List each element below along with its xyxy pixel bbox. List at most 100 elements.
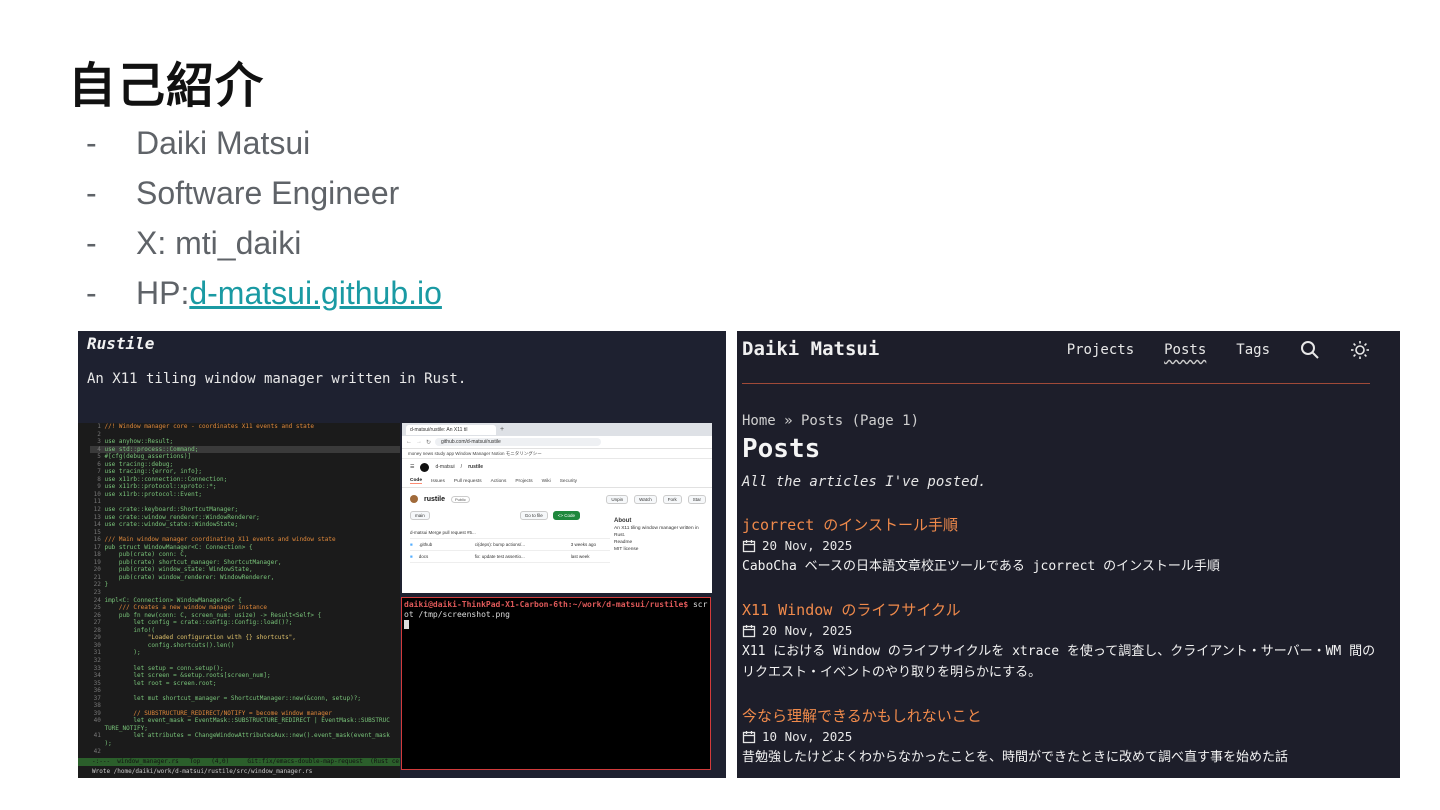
github-repo-nav: Code Issues Pull requests Actions Projec… (402, 475, 712, 488)
readme-link[interactable]: Readme (614, 539, 706, 546)
forward-icon[interactable]: → (416, 439, 422, 445)
commit-row: d-matsui Merge pull request #5... (410, 527, 610, 539)
line-number: 25 (90, 604, 105, 612)
browser-toolbar: ← → ↻ github.com/d-matsui/rustile (402, 436, 712, 449)
go-to-file-button[interactable]: Go to file (519, 511, 548, 520)
line-number: 42 (90, 747, 105, 755)
code-line: 25 /// Creates a new window manager inst… (90, 604, 400, 612)
repo-name-link[interactable]: rustile (468, 464, 483, 470)
code-text: TURE_NOTIFY; (104, 724, 148, 732)
line-number: 12 (90, 506, 105, 514)
post-date-row: 10 Nov, 2025 (742, 727, 1382, 747)
code-text: ); (104, 649, 141, 657)
code-line: 41 let attributes = ChangeWindowAttribut… (90, 732, 400, 740)
tab-issues[interactable]: Issues (431, 479, 445, 484)
line-number: 35 (90, 679, 105, 687)
line-number: 16 (90, 536, 105, 544)
repo-owner-link[interactable]: d-matsui (435, 464, 454, 470)
unpin-button[interactable]: Unpin (606, 494, 629, 504)
line-number: 29 (90, 634, 105, 642)
search-icon[interactable] (1300, 340, 1320, 360)
page-title: Posts (742, 434, 821, 464)
code-text: pub fn new(conn: C, screen_num: usize) -… (104, 611, 322, 619)
line-number: 1 (90, 423, 105, 430)
line-number: 2 (90, 430, 105, 438)
nav-posts[interactable]: Posts (1164, 342, 1206, 358)
calendar-icon (742, 731, 756, 744)
post-title[interactable]: jcorrect のインストール手順 (742, 514, 1382, 536)
reload-icon[interactable]: ↻ (426, 439, 431, 446)
code-text: /// Creates a new window manager instanc… (104, 604, 268, 612)
browser-window: d-matsui/rustile: An X11 til + ← → ↻ git… (402, 423, 712, 593)
tab-actions[interactable]: Actions (491, 479, 507, 484)
post-item[interactable]: 今なら理解できるかもしれないこと 10 Nov, 2025 昔勉強したけどよくわ… (742, 705, 1382, 768)
menu-icon[interactable]: ☰ (410, 464, 414, 470)
browser-tabbar: d-matsui/rustile: An X11 til + (402, 423, 712, 436)
nav-projects[interactable]: Projects (1067, 342, 1134, 358)
post-title[interactable]: 今なら理解できるかもしれないこと (742, 705, 1382, 727)
post-date: 10 Nov, 2025 (762, 729, 853, 744)
post-date-row: 20 Nov, 2025 (742, 621, 1382, 641)
line-number: 13 (90, 513, 105, 521)
new-tab-icon[interactable]: + (500, 426, 504, 433)
code-line: 5 #[cfg(debug_assertions)] (90, 453, 400, 461)
line-number (90, 740, 104, 747)
post-title[interactable]: X11 Window のライフサイクル (742, 599, 1382, 621)
code-text: use crate::window_state::WindowState; (104, 521, 239, 529)
post-date: 20 Nov, 2025 (762, 538, 853, 553)
tab-code[interactable]: Code (410, 478, 422, 484)
tab-pull-requests[interactable]: Pull requests (454, 479, 482, 484)
back-icon[interactable]: ← (406, 439, 412, 445)
address-bar[interactable]: github.com/d-matsui/rustile (435, 438, 602, 446)
browser-tab[interactable]: d-matsui/rustile: An X11 til (406, 424, 496, 435)
code-text: use tracing::{error, info}; (104, 468, 202, 476)
list-item[interactable]: ■ .github ci(deps): bump actions/... 3 w… (410, 539, 610, 551)
code-text: let setup = conn.setup(); (104, 664, 224, 672)
terminal-command: scr (688, 600, 708, 609)
watch-button[interactable]: Watch (634, 494, 657, 504)
tab-wiki[interactable]: Wiki (542, 479, 551, 484)
rustile-screenshot: Rustile An X11 tiling window manager wri… (78, 331, 726, 778)
emacs-editor: 1 //! Window manager core - coordinates … (78, 423, 400, 778)
line-number: 40 (90, 717, 105, 725)
terminal-window[interactable]: daiki@daiki-ThinkPad-X1-Carbon-6th:~/wor… (401, 597, 711, 770)
tab-projects[interactable]: Projects (515, 479, 532, 484)
star-button[interactable]: Star (687, 494, 706, 504)
line-number: 32 (90, 656, 105, 664)
code-text: config.shortcuts().len() (104, 641, 235, 649)
line-number: 11 (90, 498, 105, 506)
terminal-prompt: daiki@daiki-ThinkPad-X1-Carbon-6th:~/wor… (404, 600, 689, 609)
list-item[interactable]: ■ docs fix: update test assertio... last… (410, 551, 610, 563)
code-line: 7 use tracing::{error, info}; (90, 468, 400, 476)
code-text: use x11rb::protocol::Event; (104, 490, 202, 498)
nav-tags[interactable]: Tags (1236, 342, 1270, 358)
code-line: 21 pub(crate) window_renderer: WindowRen… (90, 574, 400, 582)
line-number: 33 (90, 664, 105, 672)
breadcrumb[interactable]: Home » Posts (Page 1) (742, 413, 919, 429)
profile-item-x: - X: mti_daiki (86, 224, 302, 261)
license-link[interactable]: MIT license (614, 546, 706, 553)
sun-icon[interactable] (1350, 340, 1370, 360)
line-number: 20 (90, 566, 105, 574)
tab-security[interactable]: Security (560, 479, 577, 484)
line-number: 9 (90, 483, 105, 491)
code-line: 15 (90, 529, 400, 537)
code-line: 1 //! Window manager core - coordinates … (90, 423, 400, 431)
fork-button[interactable]: Fork (662, 494, 682, 504)
post-item[interactable]: X11 Window のライフサイクル 20 Nov, 2025 X11 におけ… (742, 599, 1382, 683)
site-brand[interactable]: Daiki Matsui (742, 338, 879, 360)
github-logo-icon[interactable] (420, 462, 430, 472)
line-number: 39 (90, 709, 105, 717)
code-line: 28 info!( (90, 627, 400, 635)
branch-select[interactable]: main (410, 511, 430, 520)
code-line: 22 } (90, 581, 400, 589)
code-button[interactable]: <> Code (552, 511, 581, 520)
code-text: info!( (104, 626, 156, 634)
emacs-minibuffer: Wrote /home/daiki/work/d-matsui/rustile/… (92, 768, 313, 775)
code-line: 12 use crate::keyboard::ShortcutManager; (90, 506, 400, 514)
code-line: 10 use x11rb::protocol::Event; (90, 491, 400, 499)
code-line: 26 pub fn new(conn: C, screen_num: usize… (90, 612, 400, 620)
homepage-link[interactable]: d-matsui.github.io (189, 275, 442, 312)
post-item[interactable]: jcorrect のインストール手順 20 Nov, 2025 CaboCha … (742, 514, 1382, 577)
profile-item-job: - Software Engineer (86, 174, 400, 211)
